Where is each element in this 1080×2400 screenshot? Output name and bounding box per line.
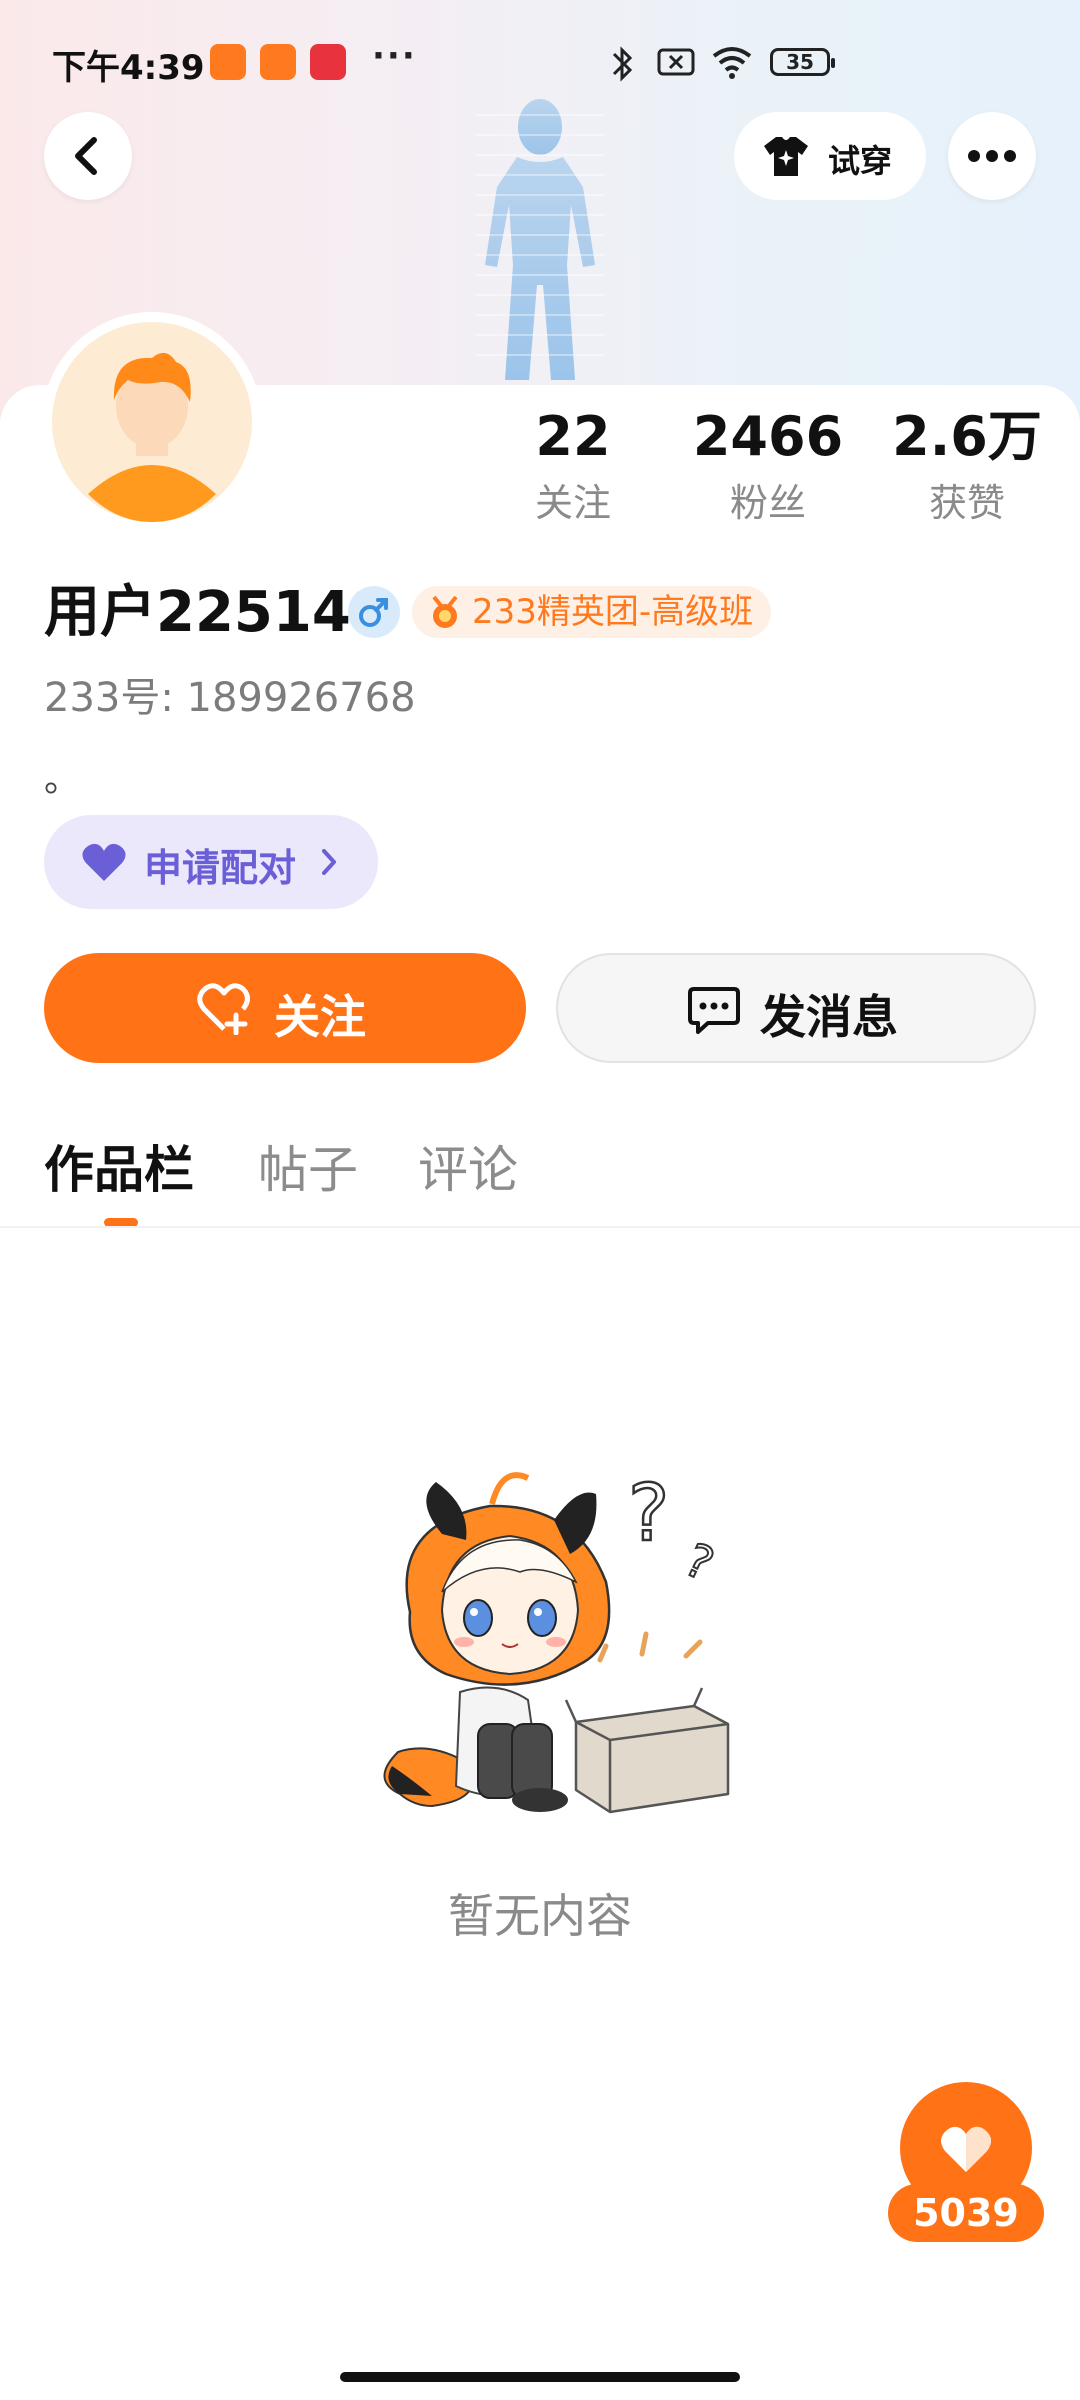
heart-icon — [82, 843, 126, 881]
status-time: 下午4:39 — [52, 48, 205, 88]
chevron-left-icon — [75, 137, 97, 175]
tab-posts[interactable]: 帖子 — [258, 1135, 358, 1205]
avatar[interactable] — [48, 318, 256, 526]
username: 用户225141 — [44, 580, 390, 645]
stat-following[interactable]: 22 关注 — [508, 405, 638, 531]
bluetooth-icon — [612, 46, 633, 82]
follow-button[interactable]: 关注 — [44, 953, 526, 1063]
tab-divider — [0, 1226, 1080, 1228]
user-id[interactable]: 233号: 189926768 — [44, 665, 416, 723]
rank-badge-label: 233精英团-高级班 — [472, 592, 754, 632]
try-on-label: 试穿 — [828, 142, 893, 180]
chevron-right-icon — [322, 849, 336, 875]
stat-label: 获赞 — [928, 481, 1005, 525]
male-gender-icon — [348, 586, 400, 638]
stat-likes[interactable]: 2.6万 获赞 — [880, 405, 1054, 531]
more-horizontal-icon — [968, 150, 1016, 162]
more-options-button[interactable] — [948, 112, 1036, 200]
home-indicator[interactable] — [340, 2372, 740, 2382]
empty-state-mascot-icon: ? ? — [383, 1468, 730, 1814]
pair-label: 申请配对 — [144, 846, 297, 890]
battery-icon: 35 — [770, 48, 835, 76]
status-bar: 下午4:39 ··· 35 — [0, 0, 1080, 125]
tab-works[interactable]: 作品栏 — [44, 1135, 194, 1205]
app-notification-icon — [210, 44, 246, 80]
tab-comments[interactable]: 评论 — [418, 1135, 518, 1205]
avatar-3d-figure-icon — [475, 99, 605, 380]
chat-bubble-icon — [688, 987, 740, 1034]
medal-icon — [432, 595, 458, 628]
stat-followers[interactable]: 2466 粉丝 — [688, 405, 848, 531]
tshirt-icon — [764, 137, 808, 176]
status-more-icon: ··· — [372, 36, 417, 76]
default-avatar-icon — [52, 322, 252, 522]
bio-text: 。 — [44, 759, 81, 800]
follow-label: 关注 — [274, 990, 366, 1044]
back-button[interactable] — [44, 112, 132, 200]
app-notification-icon — [260, 44, 296, 80]
stat-label: 粉丝 — [729, 481, 806, 525]
message-label: 发消息 — [760, 990, 898, 1044]
empty-state-text: 暂无内容 — [448, 1889, 632, 1943]
request-pair-button[interactable]: 申请配对 — [44, 815, 378, 909]
rank-badge[interactable]: 233精英团-高级班 — [412, 586, 772, 638]
stat-value: 2.6万 — [892, 405, 1042, 468]
svg-text:?: ? — [677, 1532, 722, 1591]
like-count-badge: 5039 — [888, 2184, 1044, 2242]
wifi-icon — [712, 47, 752, 79]
no-sim-icon — [657, 48, 695, 76]
heart-icon — [940, 2126, 992, 2172]
try-on-button[interactable]: 试穿 — [734, 112, 926, 200]
stat-value: 22 — [535, 405, 611, 468]
svg-text:?: ? — [628, 1469, 669, 1559]
send-message-button[interactable]: 发消息 — [556, 953, 1036, 1063]
stat-value: 2466 — [692, 405, 844, 468]
heart-plus-icon — [197, 983, 250, 1035]
stat-label: 关注 — [534, 481, 611, 525]
app-notification-icon — [310, 44, 346, 80]
